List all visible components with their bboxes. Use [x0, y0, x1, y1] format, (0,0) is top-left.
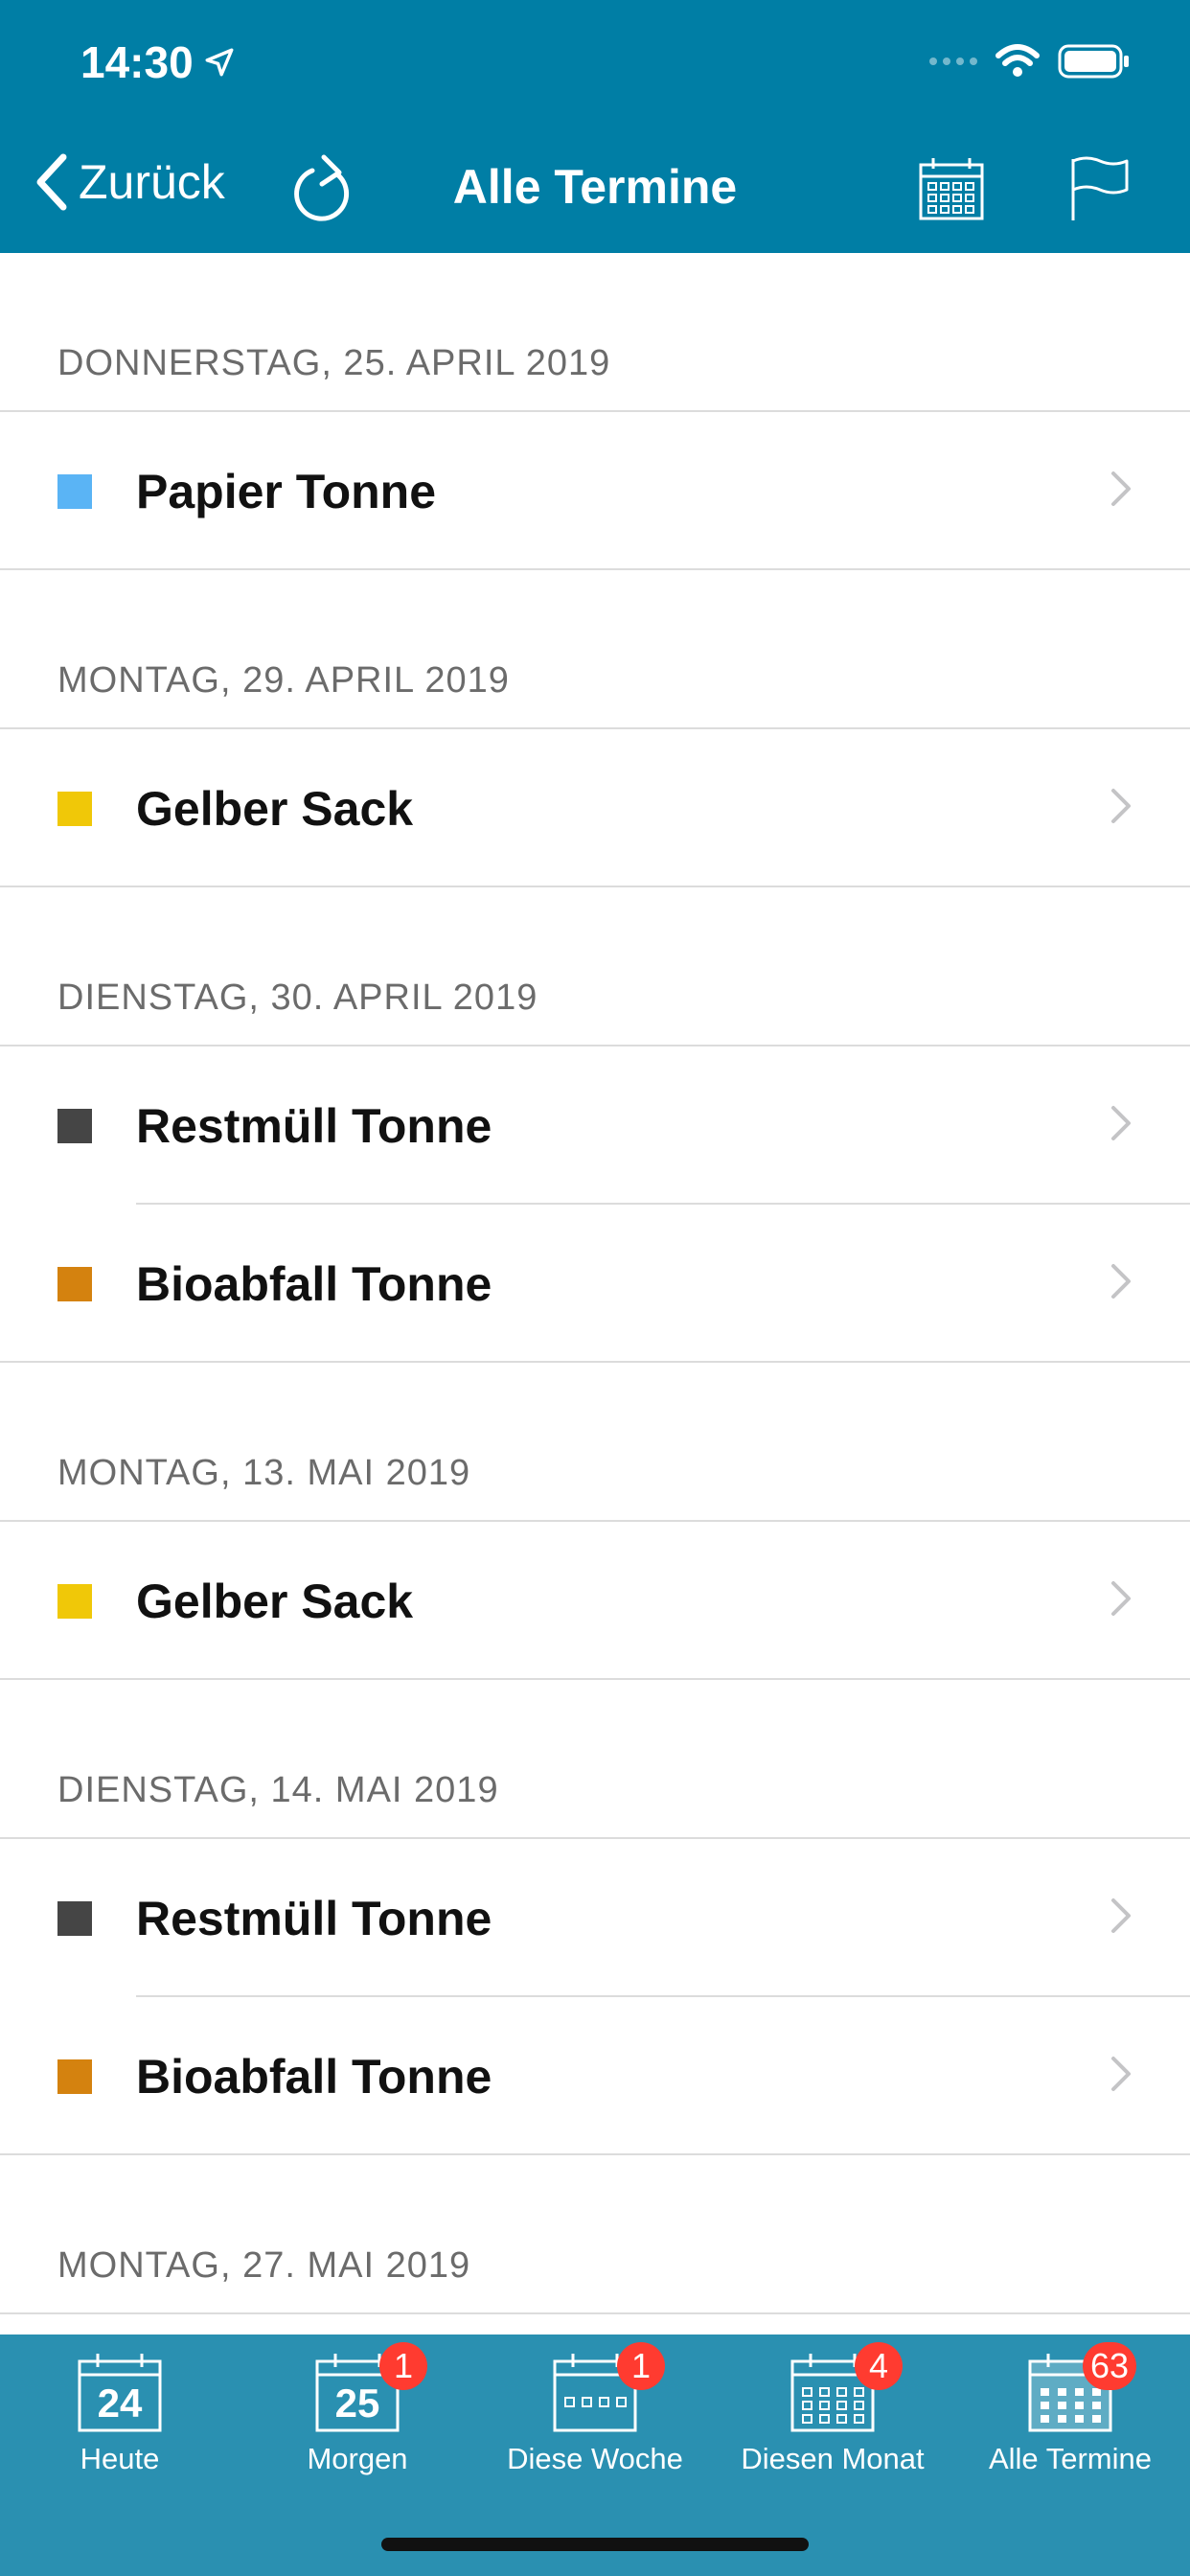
tab-label: Diesen Monat	[741, 2442, 925, 2475]
list-item[interactable]: Restmüll Tonne	[0, 1046, 1190, 1205]
waste-type-label: Restmüll Tonne	[136, 1891, 492, 1945]
notification-badge: 1	[617, 2342, 665, 2390]
wifi-icon	[995, 44, 1040, 77]
navigation-bar: Zurück Alle Termine	[0, 144, 1190, 236]
list-item[interactable]: Gelber Sack	[0, 729, 1190, 887]
tab-morgen[interactable]: 25 1 Morgen	[239, 2342, 476, 2476]
calendar-day-icon: 25 1	[314, 2342, 427, 2432]
waste-color-swatch	[57, 2058, 92, 2094]
chevron-right-icon	[1111, 1581, 1131, 1616]
waste-type-label: Gelber Sack	[136, 781, 414, 836]
calendar-icon	[919, 158, 984, 220]
status-time: 14:30	[80, 36, 236, 88]
list-item[interactable]: Restmüll Tonne	[0, 1839, 1190, 1997]
notification-badge: 1	[379, 2342, 427, 2390]
date-section: DONNERSTAG, 25. APRIL 2019 Papier Tonne	[0, 253, 1190, 570]
tab-diesen-monat[interactable]: 4 Diesen Monat	[714, 2342, 951, 2476]
section-date-header: MONTAG, 29. APRIL 2019	[0, 570, 1190, 729]
chevron-right-icon	[1111, 1106, 1131, 1140]
waste-type-label: Bioabfall Tonne	[136, 1256, 492, 1311]
tab-label: Morgen	[307, 2442, 408, 2475]
date-section: DIENSTAG, 14. MAI 2019 Restmüll Tonne Bioa…	[0, 1680, 1190, 2155]
waste-type-label: Gelber Sack	[136, 1574, 414, 1628]
section-date-header: MONTAG, 13. MAI 2019	[0, 1363, 1190, 1522]
cellular-signal-icon	[929, 58, 977, 65]
notification-badge: 63	[1083, 2342, 1137, 2390]
notification-badge: 4	[855, 2342, 903, 2390]
flag-button[interactable]	[1069, 155, 1131, 227]
list-item[interactable]: Papier Tonne	[0, 412, 1190, 570]
section-date-header: DIENSTAG, 30. APRIL 2019	[0, 887, 1190, 1046]
waste-color-swatch	[57, 473, 92, 509]
tab-diese-woche[interactable]: 1 Diese Woche	[476, 2342, 714, 2476]
appointment-list[interactable]: DONNERSTAG, 25. APRIL 2019 Papier Tonne MO…	[0, 253, 1190, 2334]
waste-type-label: Restmüll Tonne	[136, 1098, 492, 1153]
list-item[interactable]: Bioabfall Tonne	[0, 1205, 1190, 1363]
waste-color-swatch	[57, 1108, 92, 1143]
waste-color-swatch	[57, 791, 92, 826]
page-title: Alle Termine	[452, 160, 738, 214]
calendar-day-number: 25	[334, 2380, 380, 2426]
status-time-label: 14:30	[80, 37, 194, 87]
date-section: MONTAG, 27. MAI 2019	[0, 2155, 1190, 2314]
battery-icon	[1058, 44, 1129, 79]
tab-heute[interactable]: 24 Heute	[1, 2352, 239, 2476]
calendar-all-icon: 63	[1027, 2342, 1137, 2432]
calendar-day-number: 24	[97, 2380, 143, 2426]
location-arrow-icon	[205, 48, 234, 77]
date-section: MONTAG, 13. MAI 2019 Gelber Sack	[0, 1363, 1190, 1680]
calendar-month-icon: 4	[790, 2342, 903, 2432]
calendar-week-icon: 1	[552, 2342, 665, 2432]
tab-label: Alle Termine	[988, 2442, 1152, 2475]
section-date-header: DONNERSTAG, 25. APRIL 2019	[0, 253, 1190, 412]
waste-type-label: Papier Tonne	[136, 464, 437, 518]
calendar-button[interactable]	[918, 155, 985, 227]
home-indicator	[381, 2538, 809, 2551]
list-item[interactable]: Gelber Sack	[0, 1522, 1190, 1680]
chevron-right-icon	[1111, 1264, 1131, 1299]
header: 14:30 Zurück Alle Termine	[0, 0, 1190, 253]
calendar-day-icon: 24	[77, 2352, 163, 2432]
list-item[interactable]: Bioabfall Tonne	[0, 1997, 1190, 2155]
section-date-header: MONTAG, 27. MAI 2019	[0, 2155, 1190, 2314]
flag-icon	[1071, 156, 1129, 220]
tab-label: Diese Woche	[507, 2442, 683, 2475]
waste-color-swatch	[57, 1266, 92, 1301]
chevron-right-icon	[1111, 2057, 1131, 2091]
waste-type-label: Bioabfall Tonne	[136, 2049, 492, 2104]
chevron-right-icon	[1111, 1898, 1131, 1933]
date-section: DIENSTAG, 30. APRIL 2019 Restmüll Tonne Bi…	[0, 887, 1190, 1363]
section-date-header: DIENSTAG, 14. MAI 2019	[0, 1680, 1190, 1839]
chevron-right-icon	[1111, 472, 1131, 506]
date-section: MONTAG, 29. APRIL 2019 Gelber Sack	[0, 570, 1190, 887]
status-indicators	[929, 44, 1131, 79]
chevron-right-icon	[1111, 789, 1131, 823]
waste-color-swatch	[57, 1900, 92, 1936]
waste-color-swatch	[57, 1583, 92, 1619]
tab-label: Heute	[80, 2442, 160, 2475]
tab-alle-termine[interactable]: 63 Alle Termine	[951, 2342, 1189, 2476]
